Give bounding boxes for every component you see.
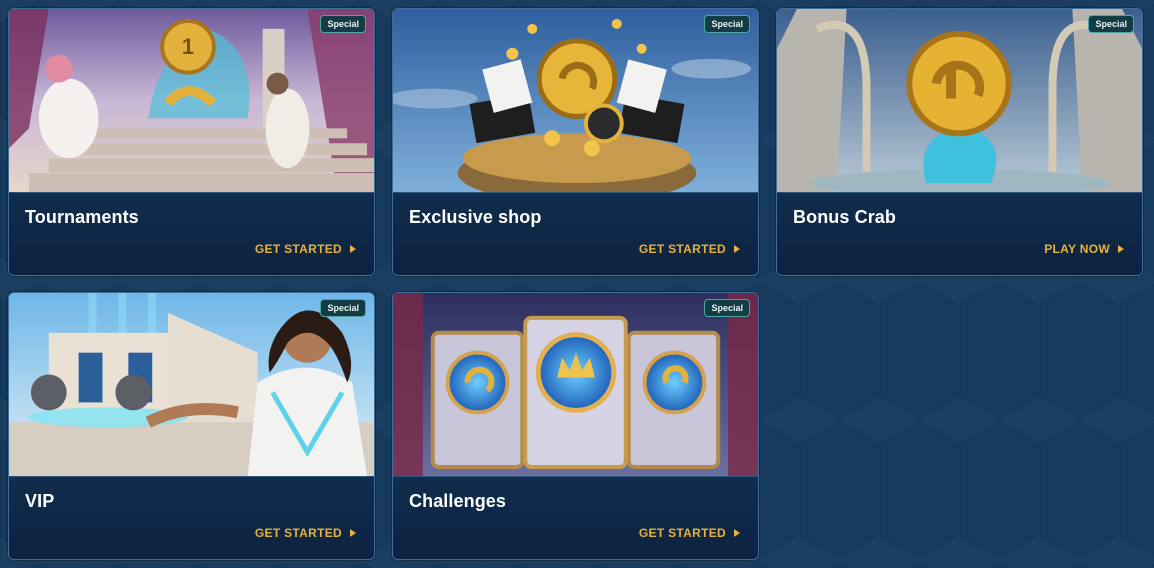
card-challenges[interactable]: Special Challenges GET STARTED xyxy=(392,292,759,560)
special-badge: Special xyxy=(320,299,366,317)
card-footer: Exclusive shop GET STARTED xyxy=(393,193,758,275)
arrow-right-icon xyxy=(734,529,740,537)
cta-label: GET STARTED xyxy=(254,526,342,540)
cta-label: PLAY NOW xyxy=(1044,242,1110,256)
special-badge: Special xyxy=(1088,15,1134,33)
arrow-right-icon xyxy=(1118,245,1124,253)
get-started-button[interactable]: GET STARTED xyxy=(255,526,356,540)
card-title: Tournaments xyxy=(25,207,139,227)
tournaments-artwork: 1 xyxy=(9,9,374,193)
exclusive-shop-artwork xyxy=(393,9,758,193)
get-started-button[interactable]: GET STARTED xyxy=(639,242,740,256)
card-bonus-crab[interactable]: Special Bonus Crab PLAY NOW xyxy=(776,8,1143,276)
get-started-button[interactable]: GET STARTED xyxy=(255,242,356,256)
bonus-crab-artwork xyxy=(777,9,1142,193)
svg-text:1: 1 xyxy=(182,34,194,59)
card-footer: Tournaments GET STARTED xyxy=(9,193,374,275)
challenges-artwork xyxy=(393,293,758,477)
get-started-button[interactable]: GET STARTED xyxy=(639,526,740,540)
card-tournaments[interactable]: 1 Special Tournaments GET STARTED xyxy=(8,8,375,276)
cta-label: GET STARTED xyxy=(638,526,726,540)
card-footer: Challenges GET STARTED xyxy=(393,477,758,559)
card-title: Bonus Crab xyxy=(793,207,897,227)
special-badge: Special xyxy=(704,299,750,317)
card-title: Challenges xyxy=(409,491,507,511)
card-title: Exclusive shop xyxy=(409,207,542,227)
arrow-right-icon xyxy=(350,529,356,537)
arrow-right-icon xyxy=(350,245,356,253)
cta-label: GET STARTED xyxy=(254,242,342,256)
card-footer: VIP GET STARTED xyxy=(9,477,374,559)
vip-artwork xyxy=(9,293,374,477)
arrow-right-icon xyxy=(734,245,740,253)
special-badge: Special xyxy=(320,15,366,33)
card-title: VIP xyxy=(25,491,55,511)
card-footer: Bonus Crab PLAY NOW xyxy=(777,193,1142,275)
special-badge: Special xyxy=(704,15,750,33)
play-now-button[interactable]: PLAY NOW xyxy=(1044,242,1124,256)
card-exclusive-shop[interactable]: Special Exclusive shop GET STARTED xyxy=(392,8,759,276)
cta-label: GET STARTED xyxy=(638,242,726,256)
card-vip[interactable]: Special VIP GET STARTED xyxy=(8,292,375,560)
